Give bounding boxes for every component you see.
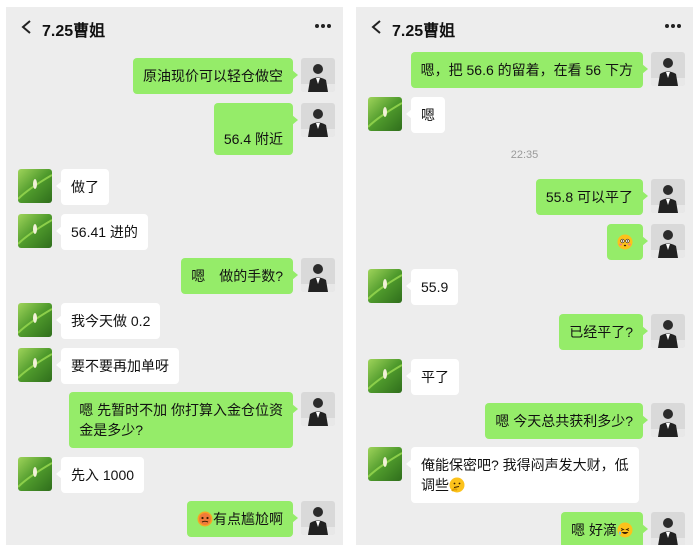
message-bubble[interactable]: 嗯 今天总共获利多少?	[485, 403, 648, 439]
message-text: 55.8 可以平了	[545, 189, 633, 205]
message-text: 已经平了?	[569, 324, 633, 340]
message-bubble[interactable]: 原油现价可以轻仓做空	[133, 58, 298, 94]
chat-panel-right: 7.25曹姐 嗯，把 56.6 的留着，在看 56 下方 嗯 22:35 55.…	[356, 7, 693, 545]
avatar-businessman[interactable]	[301, 501, 335, 535]
more-options-icon[interactable]	[663, 17, 683, 35]
thinking-emoji-icon	[449, 477, 465, 493]
message-text: 56.41 进的	[71, 224, 138, 240]
avatar-leaf[interactable]	[368, 97, 402, 131]
message-text: 嗯，把 56.6 的留着，在看 56 下方	[420, 62, 633, 78]
message-bubble[interactable]	[607, 224, 648, 260]
avatar-businessman[interactable]	[651, 512, 685, 545]
message-text: 嗯	[421, 107, 435, 123]
avatar-businessman[interactable]	[651, 52, 685, 86]
message-bubble[interactable]: 有点尴尬啊	[187, 501, 298, 537]
chat-header: 7.25曹姐	[356, 7, 693, 47]
message-text-line: 俺能保密吧? 我得闷声发大财，低	[421, 457, 629, 473]
avatar-businessman[interactable]	[651, 224, 685, 258]
message-text: 嗯 好滴	[571, 522, 617, 538]
message-bubble[interactable]: 先入 1000	[55, 457, 145, 493]
avatar-businessman[interactable]	[301, 258, 335, 292]
avatar-businessman[interactable]	[651, 179, 685, 213]
avatar-businessman[interactable]	[651, 403, 685, 437]
message-bubble[interactable]: 56.4 附近	[213, 103, 299, 155]
message-bubble[interactable]: 嗯 先暂时不加 你打算入金仓位资 金是多少?	[69, 392, 298, 448]
avatar-leaf[interactable]	[368, 447, 402, 481]
message-bubble[interactable]: 56.41 进的	[56, 214, 148, 250]
message-bubble[interactable]: 要不要再加单呀	[56, 348, 179, 384]
chat-title: 7.25曹姐	[392, 23, 456, 40]
message-text-line: 调些	[421, 475, 629, 495]
message-text: 调些	[421, 477, 449, 493]
avatar-businessman[interactable]	[651, 314, 685, 348]
avatar-businessman[interactable]	[301, 103, 335, 137]
message-text-line: 嗯 先暂时不加 你打算入金仓位资	[79, 402, 283, 418]
message-text: 要不要再加单呀	[71, 358, 169, 374]
message-bubble[interactable]: 嗯 好滴	[561, 512, 648, 545]
avatar-leaf[interactable]	[18, 214, 52, 248]
message-text: 嗯 今天总共获利多少?	[495, 413, 633, 429]
message-bubble[interactable]: 俺能保密吧? 我得闷声发大财，低 调些	[406, 447, 639, 503]
chat-title: 7.25曹姐	[42, 23, 106, 40]
message-text: 先入 1000	[71, 467, 135, 483]
embarrassed-emoji-icon	[197, 511, 213, 527]
message-text-line: 金是多少?	[79, 422, 144, 438]
message-bubble[interactable]: 55.9	[405, 269, 459, 305]
message-bubble[interactable]: 55.8 可以平了	[535, 179, 649, 215]
avatar-leaf[interactable]	[18, 169, 52, 203]
chat-header: 7.25曹姐	[6, 7, 343, 47]
back-arrow-icon[interactable]	[20, 19, 34, 35]
message-bubble[interactable]: 已经平了?	[559, 314, 648, 350]
avatar-leaf[interactable]	[18, 303, 52, 337]
more-options-icon[interactable]	[313, 17, 333, 35]
message-text: 有点尴尬啊	[213, 511, 283, 527]
message-text: 56.4 附近	[223, 131, 283, 147]
message-text: 平了	[421, 369, 449, 385]
message-bubble[interactable]: 平了	[406, 359, 459, 395]
message-text: 55.9	[421, 279, 449, 295]
message-text: 原油现价可以轻仓做空	[143, 68, 283, 84]
timestamp: 22:35	[510, 149, 539, 161]
avatar-leaf[interactable]	[368, 269, 402, 303]
chat-panel-left: 7.25曹姐 原油现价可以轻仓做空 56.4 附近 做了 56.41 进的 嗯 …	[6, 7, 343, 545]
message-bubble[interactable]: 做了	[56, 169, 109, 205]
laughing-emoji-icon	[617, 522, 633, 538]
avatar-leaf[interactable]	[18, 348, 52, 382]
message-text: 我今天做 0.2	[71, 313, 151, 329]
back-arrow-icon[interactable]	[370, 19, 384, 35]
message-bubble[interactable]: 嗯	[406, 97, 445, 133]
avatar-leaf[interactable]	[368, 359, 402, 393]
flushed-emoji-icon	[617, 234, 633, 250]
avatar-leaf[interactable]	[18, 457, 52, 491]
message-bubble[interactable]: 嗯，把 56.6 的留着，在看 56 下方	[410, 52, 649, 88]
message-bubble[interactable]: 嗯 做的手数?	[181, 258, 298, 294]
message-bubble[interactable]: 我今天做 0.2	[55, 303, 161, 339]
avatar-businessman[interactable]	[301, 392, 335, 426]
avatar-businessman[interactable]	[301, 58, 335, 92]
message-text: 做了	[71, 179, 99, 195]
message-text: 嗯 做的手数?	[191, 268, 283, 284]
